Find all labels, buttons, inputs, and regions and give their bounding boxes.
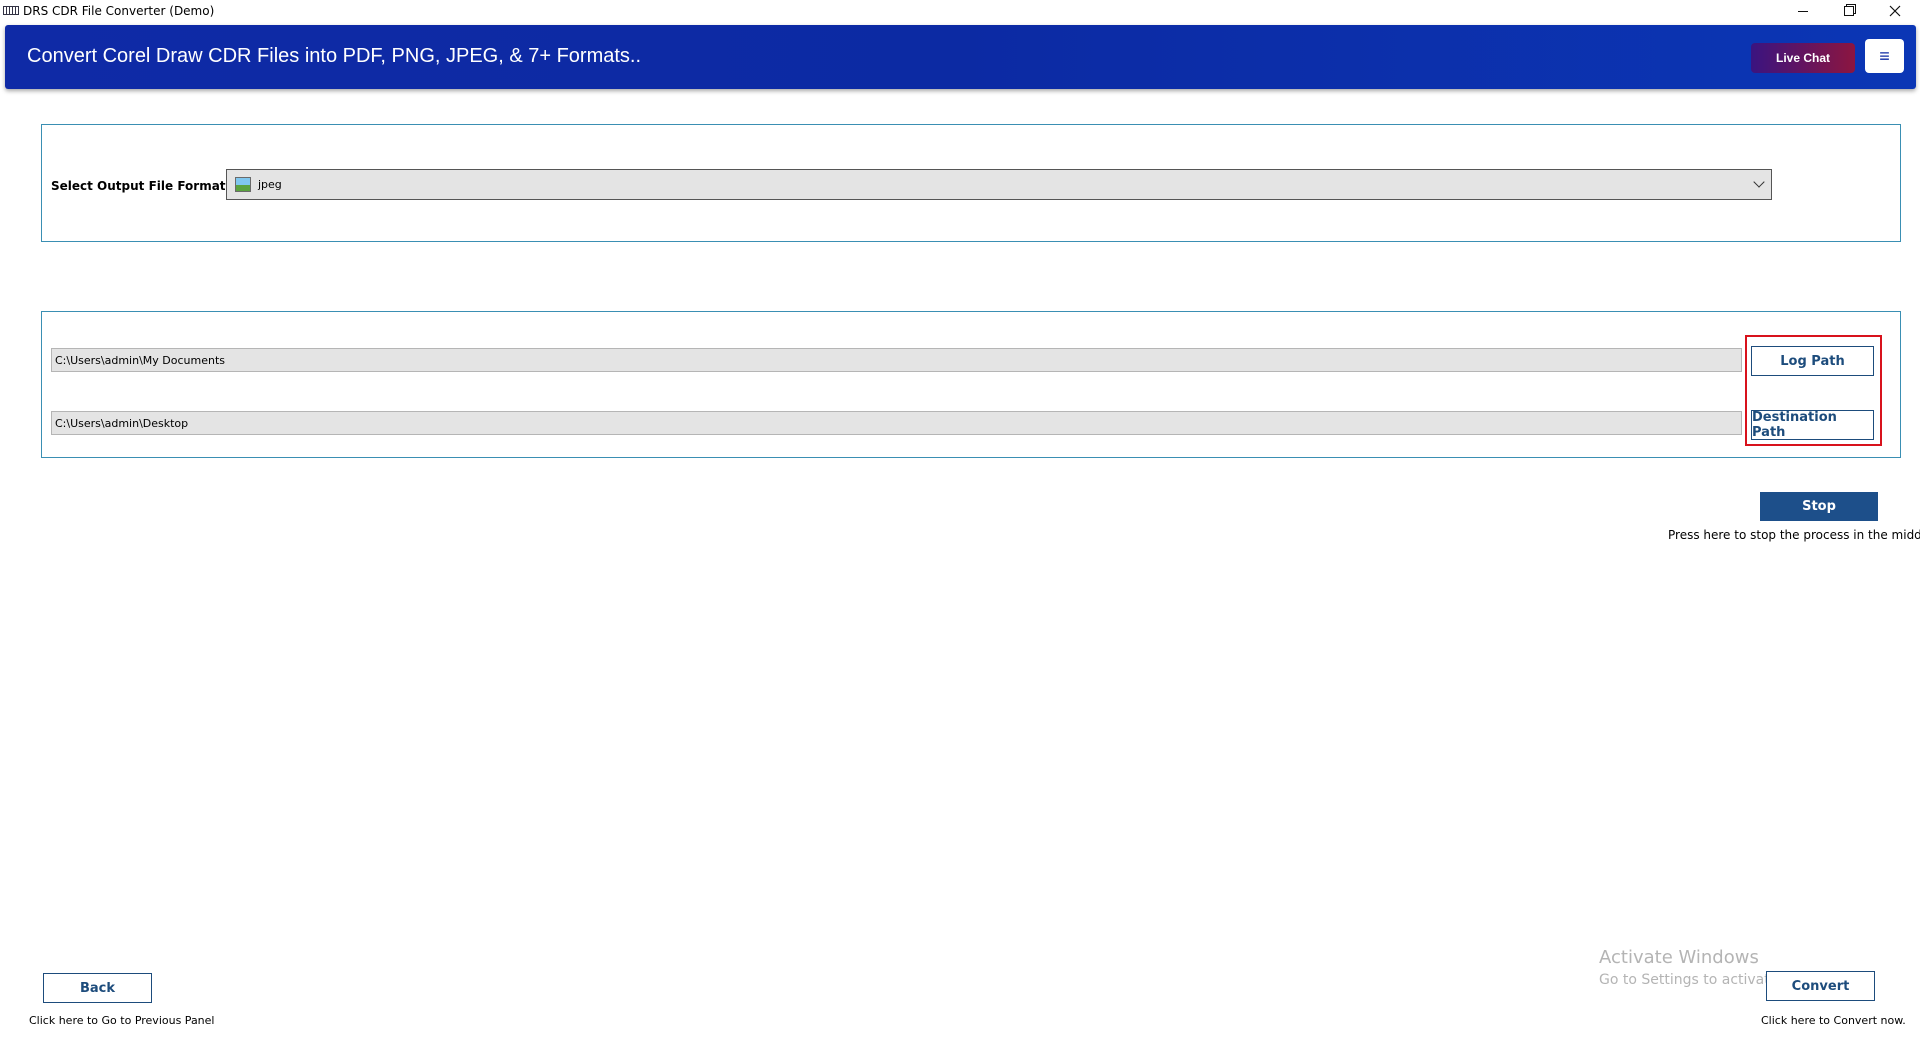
output-format-label: Select Output File Format :: [51, 179, 235, 193]
window-titlebar: DRS CDR File Converter (Demo): [0, 0, 1920, 22]
live-chat-button[interactable]: Live Chat: [1751, 43, 1855, 73]
back-button[interactable]: Back: [43, 973, 152, 1003]
log-path-field[interactable]: C:\Users\admin\My Documents: [51, 348, 1742, 372]
convert-button[interactable]: Convert: [1766, 971, 1875, 1001]
menu-button[interactable]: ≡: [1865, 39, 1904, 73]
stop-hint: Press here to stop the process in the mi…: [1668, 528, 1920, 542]
activate-windows-watermark: Activate Windows: [1599, 947, 1759, 968]
close-button[interactable]: [1872, 0, 1918, 22]
output-format-value: jpeg: [258, 178, 282, 191]
header-title: Convert Corel Draw CDR Files into PDF, P…: [27, 45, 642, 67]
log-path-button[interactable]: Log Path: [1751, 346, 1874, 376]
destination-path-button[interactable]: Destination Path: [1751, 410, 1874, 440]
restore-button[interactable]: [1826, 0, 1872, 22]
chevron-down-icon: [1753, 176, 1765, 188]
path-panel: C:\Users\admin\My Documents C:\Users\adm…: [41, 311, 1901, 458]
output-format-panel: Select Output File Format : jpeg: [41, 124, 1901, 242]
output-format-dropdown[interactable]: jpeg: [226, 169, 1772, 200]
window-title: DRS CDR File Converter (Demo): [23, 4, 215, 18]
minimize-button[interactable]: [1780, 0, 1826, 22]
header-banner: Convert Corel Draw CDR Files into PDF, P…: [5, 25, 1916, 89]
image-file-icon: [235, 177, 251, 192]
app-icon: [3, 6, 19, 15]
close-icon: [1889, 5, 1901, 17]
convert-hint: Click here to Convert now.: [1761, 1014, 1906, 1027]
stop-button[interactable]: Stop: [1760, 492, 1878, 521]
back-hint: Click here to Go to Previous Panel: [29, 1014, 215, 1027]
hamburger-icon: ≡: [1879, 45, 1890, 66]
destination-path-field[interactable]: C:\Users\admin\Desktop: [51, 411, 1742, 435]
